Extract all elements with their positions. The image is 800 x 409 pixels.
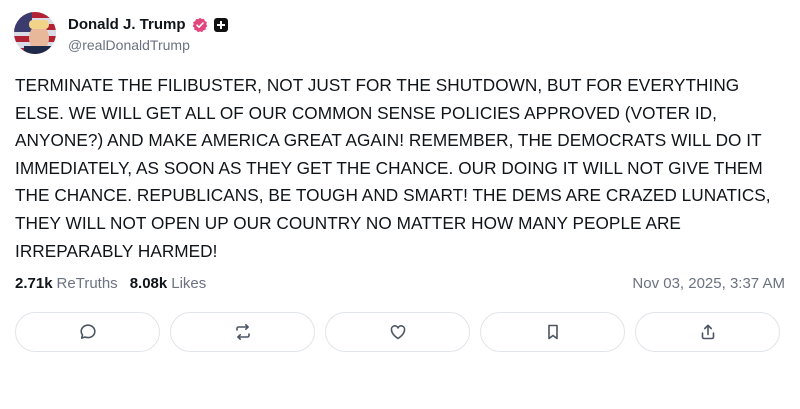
- likes-stat[interactable]: 8.08k Likes: [130, 275, 207, 292]
- post-text: TERMINATE THE FILIBUSTER, NOT JUST FOR T…: [15, 75, 771, 261]
- author-info: Donald J. Trump @realDonaldTrump: [68, 14, 228, 53]
- plus-badge-icon: [213, 17, 228, 32]
- retruths-label: ReTruths: [56, 275, 118, 292]
- action-bar: [15, 312, 780, 352]
- verified-badge-icon: [192, 17, 208, 33]
- likes-label: Likes: [171, 275, 207, 292]
- post-timestamp[interactable]: Nov 03, 2025, 3:37 AM: [632, 275, 785, 292]
- retruths-count: 2.71k: [15, 275, 53, 292]
- likes-count: 8.08k: [129, 275, 168, 292]
- bookmark-button[interactable]: [480, 312, 625, 352]
- like-button[interactable]: [325, 312, 470, 352]
- display-name[interactable]: Donald J. Trump: [68, 16, 186, 33]
- name-row: Donald J. Trump: [68, 14, 228, 36]
- reply-button[interactable]: [15, 312, 160, 352]
- share-button[interactable]: [635, 312, 780, 352]
- post-card: Donald J. Trump @realDonaldTrump TERMINA…: [0, 0, 800, 409]
- repost-icon: [235, 324, 250, 340]
- comment-icon: [79, 324, 96, 339]
- post-header: Donald J. Trump @realDonaldTrump: [14, 12, 228, 54]
- retruth-button[interactable]: [170, 312, 315, 352]
- heart-icon: [390, 325, 405, 340]
- post-stats: 2.71k ReTruths 8.08k Likes: [15, 275, 218, 292]
- avatar[interactable]: [14, 12, 56, 54]
- bookmark-icon: [547, 324, 558, 340]
- retruths-stat[interactable]: 2.71k ReTruths: [15, 275, 118, 292]
- share-icon: [701, 324, 714, 340]
- author-handle[interactable]: @realDonaldTrump: [68, 37, 228, 53]
